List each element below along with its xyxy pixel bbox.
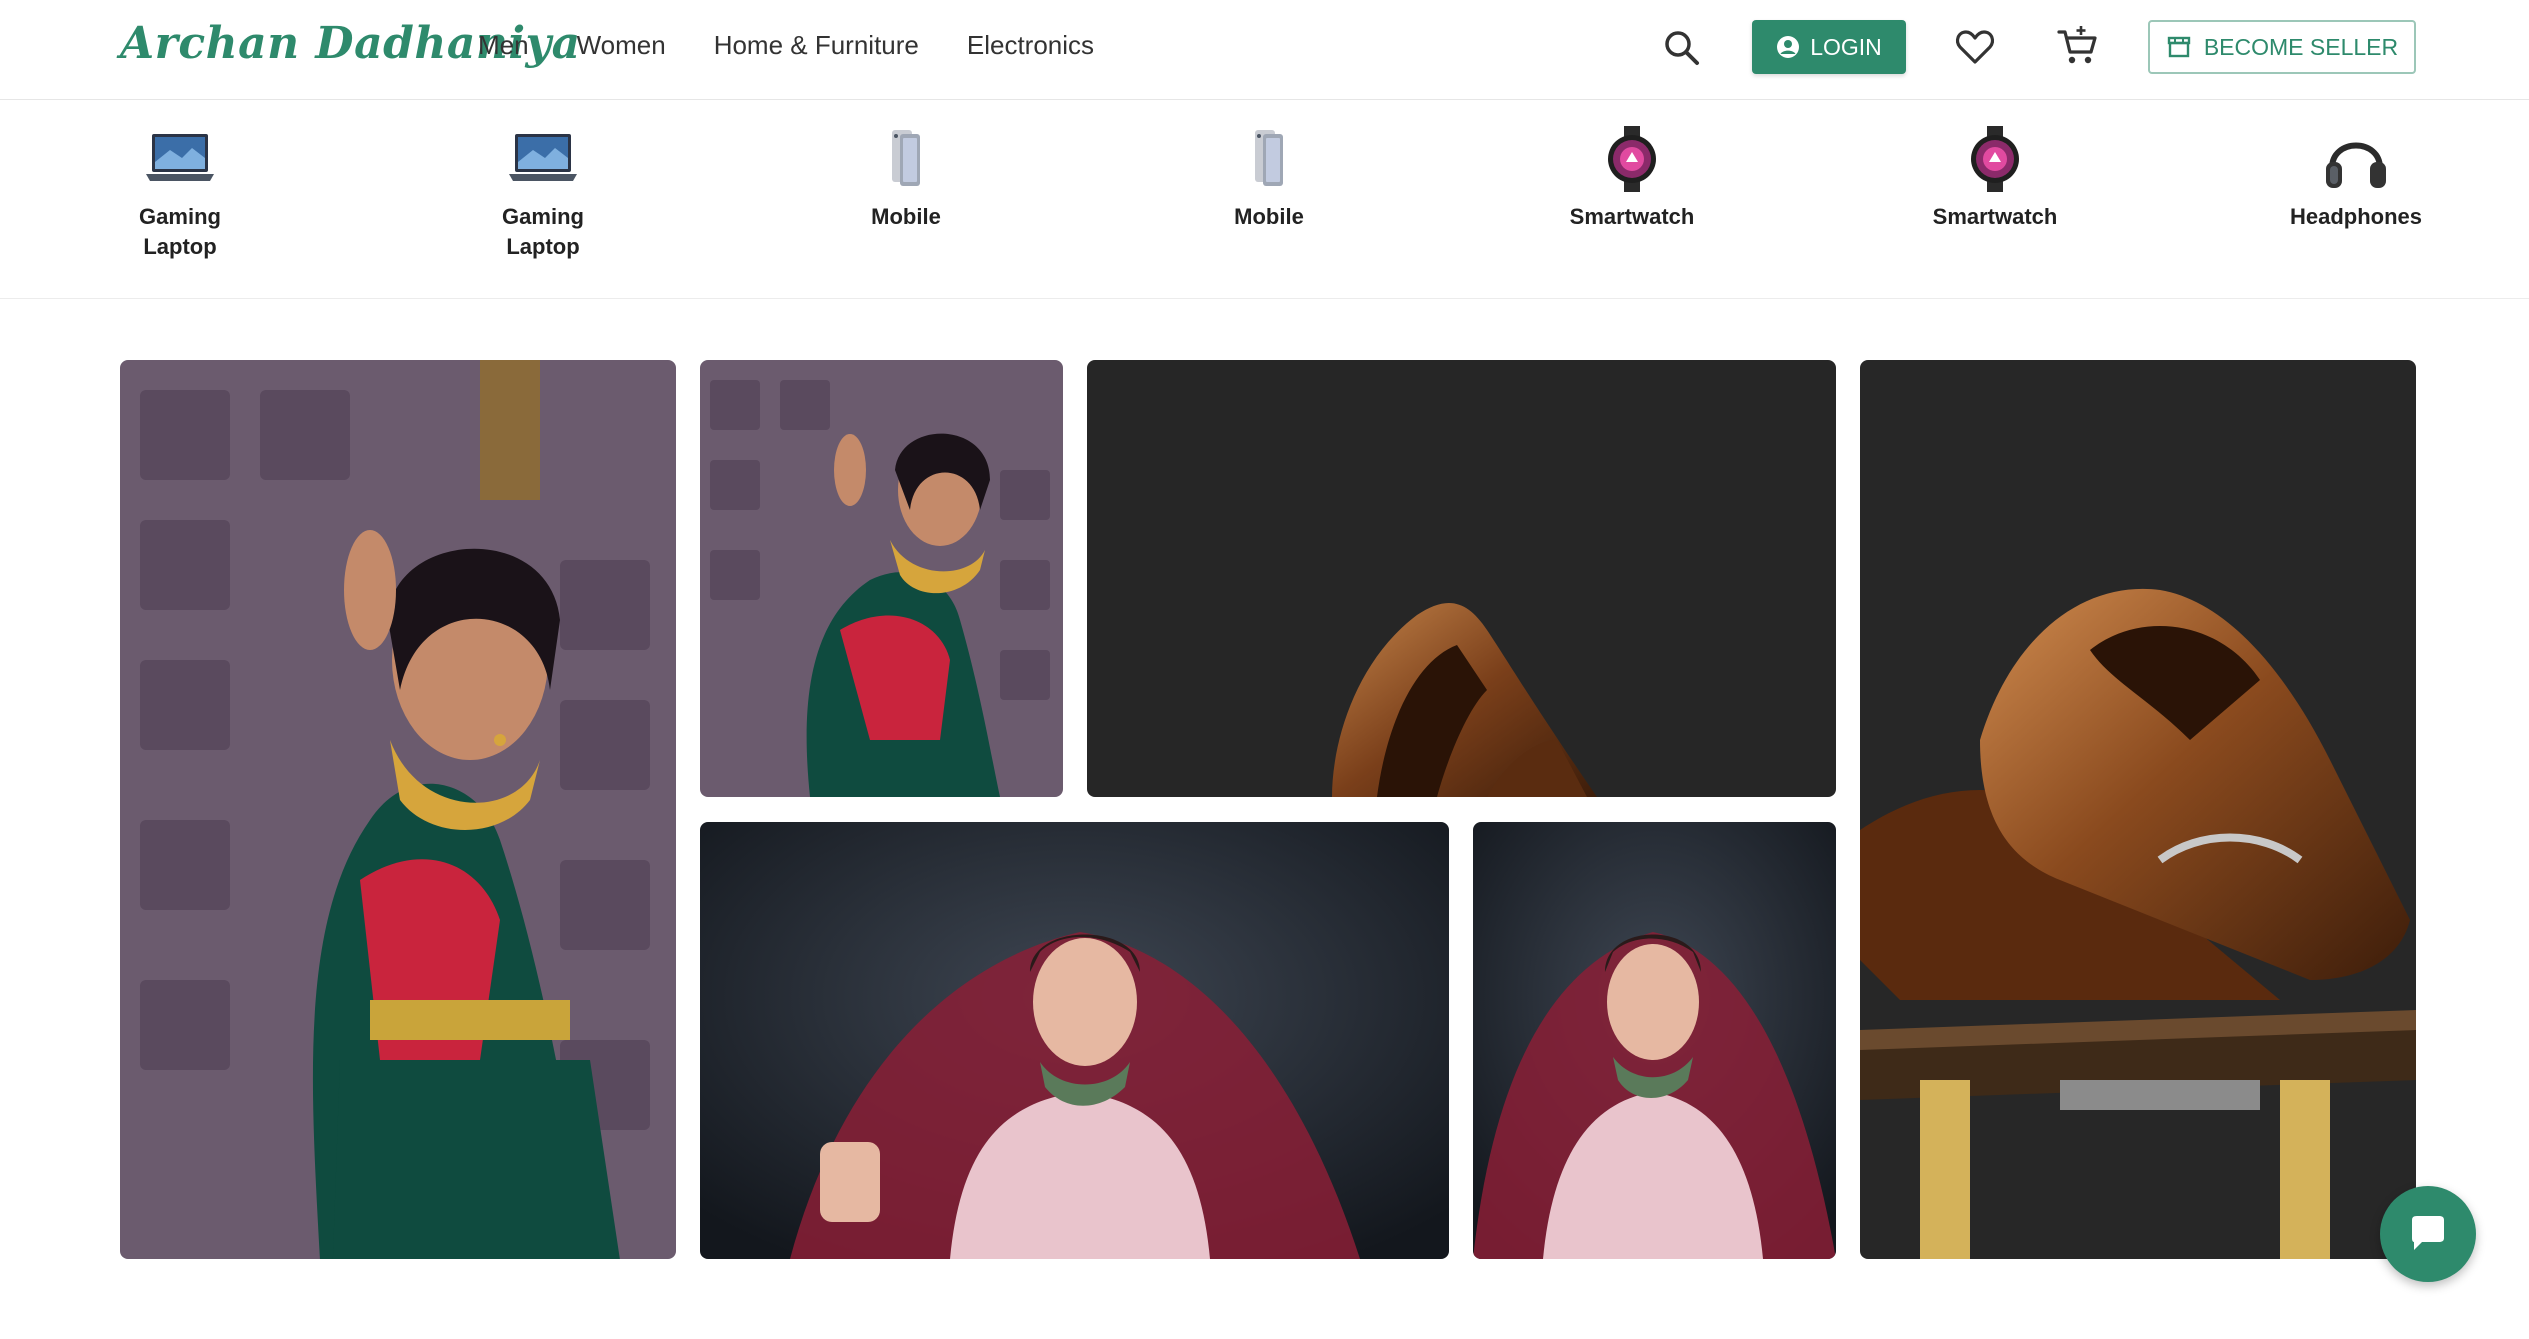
category-smartwatch[interactable]: Smartwatch bbox=[1915, 124, 2075, 232]
category-strip: Gaming Laptop Gaming Laptop Mobile Mobil… bbox=[0, 100, 2529, 299]
gallery-tile-saree-small[interactable] bbox=[700, 360, 1063, 797]
laptop-icon bbox=[140, 124, 220, 194]
search-icon[interactable] bbox=[1662, 28, 1702, 68]
user-icon bbox=[1777, 36, 1800, 58]
gallery-tile-loafers-tall[interactable] bbox=[1860, 360, 2416, 1259]
phone-icon bbox=[1229, 124, 1309, 194]
store-icon bbox=[2167, 36, 2191, 58]
login-button[interactable]: LOGIN bbox=[1752, 20, 1906, 74]
top-header: Archan Dadhaniya Men Women Home & Furnit… bbox=[0, 0, 2529, 100]
nav-men[interactable]: Men bbox=[478, 30, 529, 61]
chat-button[interactable] bbox=[2380, 1186, 2476, 1282]
gallery-tile-bride-wide[interactable] bbox=[700, 822, 1449, 1259]
laptop-icon bbox=[503, 124, 583, 194]
nav-electronics[interactable]: Electronics bbox=[967, 30, 1094, 61]
saree-woman-image bbox=[120, 360, 676, 1259]
category-mobile[interactable]: Mobile bbox=[1189, 124, 1349, 232]
category-smartwatch[interactable]: Smartwatch bbox=[1552, 124, 1712, 232]
category-headphones[interactable]: Headphones bbox=[2276, 124, 2436, 232]
gallery-tile-loafers-wide[interactable] bbox=[1087, 360, 1836, 797]
gallery-tile-saree-tall[interactable] bbox=[120, 360, 676, 1259]
category-label: Mobile bbox=[871, 204, 941, 229]
brown-loafers-image bbox=[1087, 360, 1836, 797]
category-label: Gaming Laptop bbox=[502, 204, 584, 259]
category-label: Smartwatch bbox=[1569, 204, 1695, 229]
category-label: Headphones bbox=[2289, 204, 2423, 229]
cart-icon[interactable] bbox=[2056, 24, 2100, 68]
bride-lehenga-image bbox=[700, 822, 1449, 1259]
main-nav: Men Women Home & Furniture Electronics bbox=[478, 30, 1094, 61]
brown-loafers-image bbox=[1860, 360, 2416, 1259]
chat-icon bbox=[2412, 1216, 2444, 1250]
category-label: Mobile bbox=[1234, 204, 1304, 229]
gallery-tile-bride-small[interactable] bbox=[1473, 822, 1836, 1259]
heart-icon[interactable] bbox=[1954, 26, 1996, 68]
category-label: Smartwatch bbox=[1932, 204, 2058, 229]
category-label: Gaming Laptop bbox=[139, 204, 221, 259]
seller-label: BECOME SELLER bbox=[2203, 33, 2399, 60]
category-mobile[interactable]: Mobile bbox=[826, 124, 986, 232]
bride-lehenga-image bbox=[1473, 822, 1836, 1259]
headphones-icon bbox=[2316, 124, 2396, 194]
login-label: LOGIN bbox=[1810, 33, 1882, 60]
become-seller-button[interactable]: BECOME SELLER bbox=[2148, 20, 2416, 74]
phone-icon bbox=[866, 124, 946, 194]
saree-woman-image bbox=[700, 360, 1063, 797]
category-gaming-laptop[interactable]: Gaming Laptop bbox=[100, 124, 260, 262]
nav-women[interactable]: Women bbox=[577, 30, 666, 61]
watch-icon bbox=[1592, 124, 1672, 194]
watch-icon bbox=[1955, 124, 2035, 194]
nav-home-furniture[interactable]: Home & Furniture bbox=[714, 30, 919, 61]
category-gaming-laptop[interactable]: Gaming Laptop bbox=[463, 124, 623, 262]
